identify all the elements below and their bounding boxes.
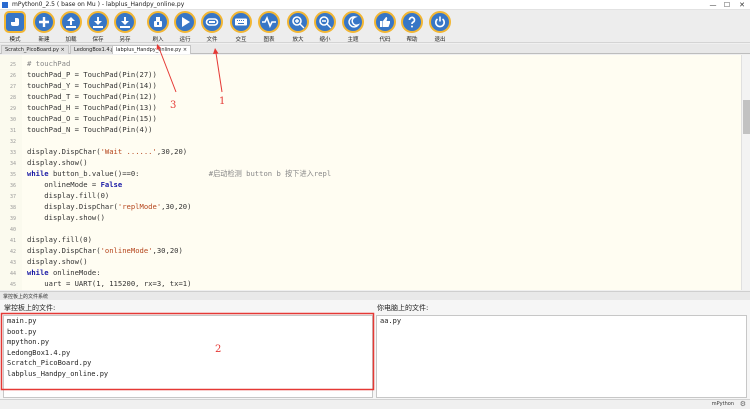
editor-vertical-scrollbar[interactable] xyxy=(741,55,750,290)
pc-file-item[interactable]: aa.py xyxy=(377,316,746,327)
moon-icon xyxy=(342,11,364,33)
code-text: touchPad_P = TouchPad(Pin(27)) xyxy=(27,70,157,79)
plus-icon xyxy=(33,11,55,33)
toolbar: 模式 新建 加载 保存 另存 刷入 运行 文件 交互 图表 放大 缩小 主题 代… xyxy=(0,10,750,43)
files-panel-title: 掌控板上的文件系统 xyxy=(3,294,49,300)
flash-icon xyxy=(147,11,169,33)
code-line[interactable]: 39 display.show() xyxy=(0,212,740,223)
code-text: # touchPad xyxy=(27,59,71,68)
tab-scratch-picoboard[interactable]: Scratch_PicoBoard.py × xyxy=(1,45,69,54)
code-line[interactable]: 33 display.DispChar('Wait ......',30,20) xyxy=(0,146,740,157)
code-line[interactable]: 41 display.fill(0) xyxy=(0,234,740,245)
thumbs-up-icon xyxy=(374,11,396,33)
code-line[interactable]: 34 display.show() xyxy=(0,157,740,168)
code-line[interactable]: 27 touchPad_Y = TouchPad(Pin(14)) xyxy=(0,80,740,91)
window-title: mPython0_2.5 ( base on Mu ) - labplus_Ha… xyxy=(12,1,185,8)
theme-button[interactable]: 主题 xyxy=(340,11,366,43)
files-panel-header: 掌控板上的文件系统 xyxy=(0,291,750,300)
code-line[interactable]: 25 # touchPad xyxy=(0,58,740,69)
code-line[interactable]: 38 display.DispChar('replMode',30,20) xyxy=(0,201,740,212)
code-line[interactable]: 43 display.show() xyxy=(0,256,740,267)
code-editor[interactable]: 25 # touchPad 26 touchPad_P = TouchPad(Pin(… xyxy=(0,55,750,290)
save-as-icon xyxy=(114,11,136,33)
files-panel: 掌控板上的文件: main.py boot.py mpython.py LedongB… xyxy=(0,300,750,400)
board-files-list[interactable]: main.py boot.py mpython.py LedongBox1.4.py S… xyxy=(3,315,373,398)
close-button[interactable]: ✕ xyxy=(735,0,749,10)
annotation-number-1: 1 xyxy=(219,96,226,107)
code-line[interactable]: 29 touchPad_H = TouchPad(Pin(13)) xyxy=(0,102,740,113)
code-text: onlineMode = False xyxy=(27,180,123,189)
annotation-number-3: 3 xyxy=(170,100,177,111)
plotter-icon xyxy=(258,11,280,33)
board-files-label: 掌控板上的文件: xyxy=(4,304,56,312)
code-text: display.fill(0) xyxy=(27,235,92,244)
code-text: display.show() xyxy=(27,213,105,222)
code-line[interactable]: 46 xyxy=(0,289,740,290)
code-text: uart = UART(1, 115200, rx=3, tx=1) xyxy=(27,279,192,288)
board-file-item[interactable]: Scratch_PicoBoard.py xyxy=(4,358,372,369)
annotation-number-2: 2 xyxy=(215,344,222,355)
code-text: display.DispChar('Wait ......',30,20) xyxy=(27,147,188,156)
download-icon xyxy=(87,11,109,33)
code-text: while onlineMode: xyxy=(27,268,101,277)
pc-files-list[interactable]: aa.py xyxy=(376,315,747,398)
code-line[interactable]: 44 while onlineMode: xyxy=(0,267,740,278)
save-as-button[interactable]: 另存 xyxy=(112,11,138,43)
code-line[interactable]: 28 touchPad_T = TouchPad(Pin(12)) xyxy=(0,91,740,102)
help-icon xyxy=(401,11,423,33)
code-line[interactable]: 31 touchPad_N = TouchPad(Pin(4)) xyxy=(0,124,740,135)
keyboard-icon xyxy=(230,11,252,33)
code-text: display.fill(0) xyxy=(27,191,110,200)
maximize-button[interactable]: ☐ xyxy=(720,0,734,10)
mode-icon xyxy=(4,11,26,33)
board-file-item[interactable]: main.py xyxy=(4,316,372,327)
code-text: display.show() xyxy=(27,257,88,266)
status-bar: mPython ⚙ xyxy=(0,399,750,409)
quit-label: 退出 xyxy=(434,37,446,43)
board-file-item[interactable]: labplus_Handpy_online.py xyxy=(4,369,372,380)
app-logo-icon xyxy=(2,2,8,8)
code-text: display.show() xyxy=(27,158,88,167)
title-bar: mPython0_2.5 ( base on Mu ) - labplus_Ha… xyxy=(0,0,750,10)
code-text: while button_b.value()==0: #启动检测 button … xyxy=(27,169,332,178)
board-file-item[interactable]: mpython.py xyxy=(4,337,372,348)
editor-tabs: Scratch_PicoBoard.py × LedongBox1.4.py ×… xyxy=(0,44,750,54)
board-file-item[interactable]: boot.py xyxy=(4,327,372,338)
minimize-button[interactable]: — xyxy=(706,0,720,10)
board-file-item[interactable]: LedongBox1.4.py xyxy=(4,348,372,359)
code-text: touchPad_Y = TouchPad(Pin(14)) xyxy=(27,81,157,90)
quit-button[interactable]: 退出 xyxy=(427,11,453,43)
code-text: touchPad_T = TouchPad(Pin(12)) xyxy=(27,92,157,101)
tab-labplus-handpy-online[interactable]: labplus_Handpy_online.py × xyxy=(112,45,192,54)
zoom-out-icon xyxy=(314,11,336,33)
code-text: touchPad_H = TouchPad(Pin(13)) xyxy=(27,103,157,112)
code-line[interactable]: 40 xyxy=(0,223,740,234)
code-line[interactable]: 42 display.DispChar('onlineMode',30,20) xyxy=(0,245,740,256)
code-text: touchPad_N = TouchPad(Pin(4)) xyxy=(27,125,153,134)
play-icon xyxy=(174,11,196,33)
scrollbar-thumb[interactable] xyxy=(743,100,750,134)
code-text: touchPad_O = TouchPad(Pin(15)) xyxy=(27,114,157,123)
code-line[interactable]: 45 uart = UART(1, 115200, rx=3, tx=1) xyxy=(0,278,740,289)
files-icon xyxy=(201,11,223,33)
gear-icon[interactable]: ⚙ xyxy=(740,400,746,408)
code-line[interactable]: 37 display.fill(0) xyxy=(0,190,740,201)
code-text: display.DispChar('replMode',30,20) xyxy=(27,202,192,211)
upload-icon xyxy=(60,11,82,33)
code-line[interactable]: 32 xyxy=(0,135,740,146)
zoom-in-icon xyxy=(287,11,309,33)
code-line[interactable]: 30 touchPad_O = TouchPad(Pin(15)) xyxy=(0,113,740,124)
code-line[interactable]: 36 onlineMode = False xyxy=(0,179,740,190)
code-line[interactable]: 35 while button_b.value()==0: #启动检测 butto… xyxy=(0,168,740,179)
code-text: display.DispChar('onlineMode',30,20) xyxy=(27,246,183,255)
power-icon xyxy=(429,11,451,33)
code-line[interactable]: 26 touchPad_P = TouchPad(Pin(27)) xyxy=(0,69,740,80)
pc-files-label: 你电脑上的文件: xyxy=(377,304,429,312)
mode-indicator: mPython xyxy=(711,401,734,407)
